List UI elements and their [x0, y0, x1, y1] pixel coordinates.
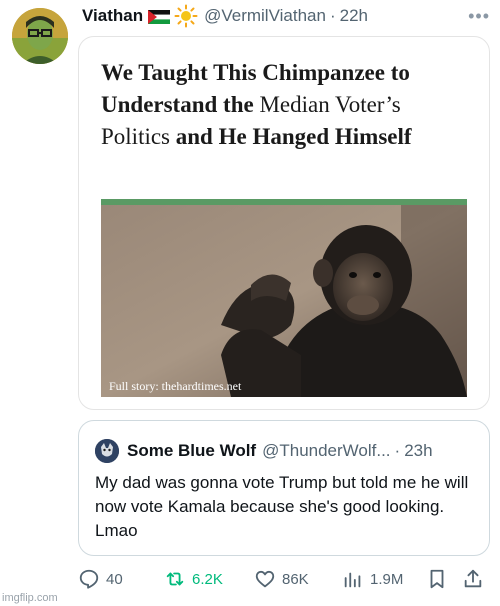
- reply-count: 40: [106, 570, 123, 588]
- share-button[interactable]: [462, 568, 490, 590]
- more-options-icon[interactable]: •••: [468, 6, 490, 27]
- bookmark-button[interactable]: [426, 568, 454, 590]
- like-count: 86K: [282, 570, 309, 588]
- heart-icon: [255, 570, 275, 588]
- handle[interactable]: @VermilViathan: [204, 6, 326, 26]
- repost-count: 6.2K: [192, 570, 223, 588]
- quoted-tweet-text: My dad was gonna vote Trump but told me …: [95, 473, 469, 540]
- like-button[interactable]: 86K: [254, 568, 309, 590]
- views-icon: [344, 572, 361, 588]
- avatar[interactable]: [12, 8, 68, 64]
- share-icon: [464, 569, 482, 588]
- chimpanzee-photo: [101, 205, 467, 397]
- quoted-avatar: [95, 439, 119, 463]
- action-bar: 40 6.2K 86K 1.9M: [78, 568, 490, 592]
- bookmark-icon: [430, 569, 444, 589]
- repost-icon: [166, 572, 184, 586]
- view-count: 1.9M: [370, 570, 404, 588]
- reply-icon: [79, 569, 99, 589]
- repost-button[interactable]: 6.2K: [164, 568, 223, 590]
- timestamp[interactable]: 22h: [340, 6, 368, 26]
- palestine-flag-icon: [148, 9, 171, 24]
- quoted-tweet-header: Some Blue Wolf @ThunderWolf... · 23h: [95, 439, 477, 463]
- article-caption: Full story: thehardtimes.net: [109, 379, 242, 393]
- quoted-separator-dot: ·: [394, 441, 401, 460]
- quoted-tweet[interactable]: Some Blue Wolf @ThunderWolf... · 23h My …: [78, 420, 490, 556]
- views-button[interactable]: 1.9M: [342, 568, 403, 590]
- separator-dot: ·: [329, 6, 336, 25]
- reply-button[interactable]: 40: [78, 568, 123, 590]
- quoted-handle[interactable]: @ThunderWolf...: [262, 441, 390, 461]
- article-headline: We Taught This Chimpanzee to Understand …: [101, 57, 471, 153]
- sun-icon: [174, 4, 198, 28]
- quoted-timestamp[interactable]: 23h: [404, 441, 432, 461]
- article-image[interactable]: We Taught This Chimpanzee to Understand …: [78, 36, 490, 410]
- headline-part-3: and He Hanged Himself: [175, 124, 412, 149]
- display-name[interactable]: Viathan: [82, 6, 143, 26]
- watermark: imgflip.com: [2, 592, 58, 604]
- quoted-display-name[interactable]: Some Blue Wolf: [127, 441, 256, 461]
- tweet-header: Viathan @VermilViathan · 22h: [82, 4, 490, 28]
